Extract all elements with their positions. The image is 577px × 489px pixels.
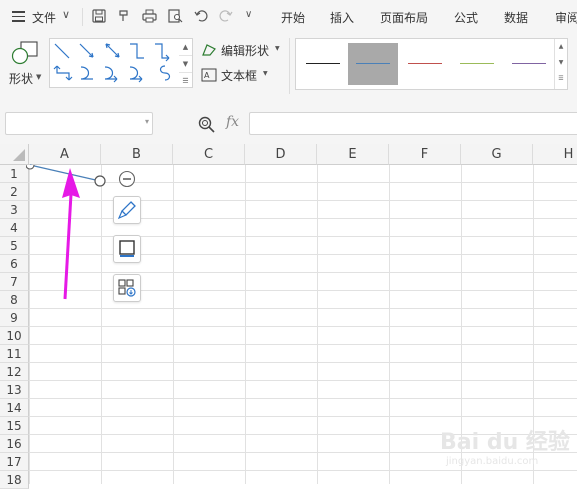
row-header[interactable]: 13 (0, 381, 29, 399)
edit-shape-button[interactable]: 编辑形状 ▼ (201, 42, 286, 58)
ribbon: 形状 ▼ ▲ ▼ ☰ 编辑形状 ▼ A 文本框 ▼ ▲ ▼ ☰ (0, 34, 577, 101)
shape-style-button[interactable] (113, 196, 141, 224)
column-header[interactable]: H (533, 144, 577, 165)
select-all-corner[interactable] (0, 144, 29, 165)
textbox-label: 文本框 (221, 69, 258, 83)
textbox-icon: A (201, 68, 217, 82)
column-header[interactable]: D (245, 144, 317, 165)
formula-input[interactable] (249, 112, 577, 135)
spreadsheet-grid: ABCDEFGH 1 2 3 4 5 6 7 8 9 10 11 12 13 14 15 16 17 18 Bai… (0, 144, 577, 489)
arrow-connector-icon (79, 43, 94, 58)
row-header[interactable]: 7 (0, 273, 29, 291)
save-icon[interactable] (92, 9, 106, 23)
row-header[interactable]: 3 (0, 201, 29, 219)
shape-icon (11, 41, 38, 65)
double-arrow-connector-icon (105, 43, 120, 58)
edit-shape-label: 编辑形状 (221, 44, 270, 58)
tab-page-layout[interactable]: 页面布局 (380, 9, 428, 26)
line-style-gallery: ▲ ▼ ☰ (295, 38, 568, 90)
caret-down-icon: ▼ (36, 73, 42, 81)
tab-home[interactable]: 开始 (281, 9, 305, 26)
name-box[interactable]: ▾ (5, 112, 153, 135)
column-header[interactable]: G (461, 144, 533, 165)
formula-bar: ▾ fx (0, 100, 577, 144)
row-header[interactable]: 11 (0, 345, 29, 363)
elbow-connector-icon (130, 43, 144, 59)
redo-icon[interactable] (219, 9, 233, 23)
gallery-expand-icon[interactable]: ☰ (179, 73, 192, 89)
column-header[interactable]: F (389, 144, 461, 165)
edit-shape-icon (202, 44, 216, 56)
textbox-button[interactable]: A 文本框 ▼ (201, 67, 286, 83)
tab-data[interactable]: 数据 (504, 9, 528, 26)
connector-gallery (49, 38, 181, 88)
tab-review[interactable]: 审阅 (555, 9, 577, 26)
zoom-search-icon[interactable] (198, 116, 215, 133)
row-header[interactable]: 1 (0, 165, 29, 183)
row-header[interactable]: 16 (0, 435, 29, 453)
line-style-red[interactable] (400, 43, 450, 85)
undo-icon[interactable] (194, 9, 208, 23)
row-header[interactable]: 12 (0, 363, 29, 381)
row-header[interactable]: 4 (0, 219, 29, 237)
chevron-down-icon[interactable]: ▾ (145, 117, 149, 126)
tab-formulas[interactable]: 公式 (454, 9, 478, 26)
layout-options-button[interactable] (113, 274, 141, 302)
caret-down-icon: ▼ (275, 45, 280, 52)
shape-label: 形状 (9, 72, 34, 86)
shape-button[interactable]: 形状 ▼ (6, 39, 46, 87)
chevron-down-icon[interactable]: ∨ (62, 8, 70, 21)
shape-outline-button[interactable] (113, 235, 141, 263)
connector-shapes (53, 43, 171, 83)
caret-down-icon: ▼ (263, 70, 268, 77)
line-style-purple[interactable] (504, 43, 554, 85)
line-gallery-scrollbar[interactable]: ▲ ▼ ☰ (554, 39, 567, 89)
row-header[interactable]: 5 (0, 237, 29, 255)
row-header[interactable]: 18 (0, 471, 29, 489)
print-preview-icon[interactable] (168, 9, 183, 23)
file-menu[interactable]: 文件 (32, 9, 56, 26)
row-header[interactable]: 6 (0, 255, 29, 273)
row-header[interactable]: 14 (0, 399, 29, 417)
straight-connector-icon (54, 43, 70, 59)
line-end-handle (94, 175, 106, 187)
collapse-minus-icon[interactable] (118, 170, 136, 188)
row-header[interactable]: 8 (0, 291, 29, 309)
line-style-green[interactable] (452, 43, 502, 85)
svg-text:A: A (204, 71, 210, 80)
select-all-triangle-icon (13, 149, 25, 161)
more-dropdown-icon[interactable]: ∨ (245, 9, 252, 20)
ribbon-separator (289, 38, 290, 94)
watermark-logo: Bai du 经验 (440, 430, 570, 455)
column-header[interactable]: E (317, 144, 389, 165)
menu-bar: 文件 ∨ ∨ 开始 插入 页面布局 公式 数据 审阅 (0, 0, 577, 34)
row-header[interactable]: 10 (0, 327, 29, 345)
print-icon[interactable] (142, 9, 157, 23)
watermark-url: jingyan.baidu.com (446, 456, 539, 467)
fx-icon[interactable]: fx (226, 114, 239, 130)
row-header[interactable]: 15 (0, 417, 29, 435)
format-painter-icon[interactable] (117, 9, 131, 23)
curved-connector-icon (80, 66, 93, 80)
hamburger-menu-icon[interactable] (12, 11, 25, 22)
freeform-curve-icon (159, 65, 171, 81)
gallery-scrollbar[interactable]: ▲ ▼ ☰ (179, 38, 193, 88)
line-style-blue[interactable] (348, 43, 398, 85)
annotation-arrow (62, 168, 80, 300)
brush-icon (117, 201, 136, 220)
tab-insert[interactable]: 插入 (330, 9, 354, 26)
scroll-down-icon[interactable]: ▼ (179, 56, 192, 73)
sep (82, 8, 83, 26)
line-start-handle (26, 164, 35, 170)
line-style-black[interactable] (298, 43, 348, 85)
row-header[interactable]: 2 (0, 183, 29, 201)
column-header[interactable]: C (173, 144, 245, 165)
layout-options-icon (118, 279, 136, 297)
row-header[interactable]: 17 (0, 453, 29, 471)
row-header[interactable]: 9 (0, 309, 29, 327)
scroll-up-icon[interactable]: ▲ (179, 39, 192, 56)
outline-square-icon (119, 240, 135, 257)
